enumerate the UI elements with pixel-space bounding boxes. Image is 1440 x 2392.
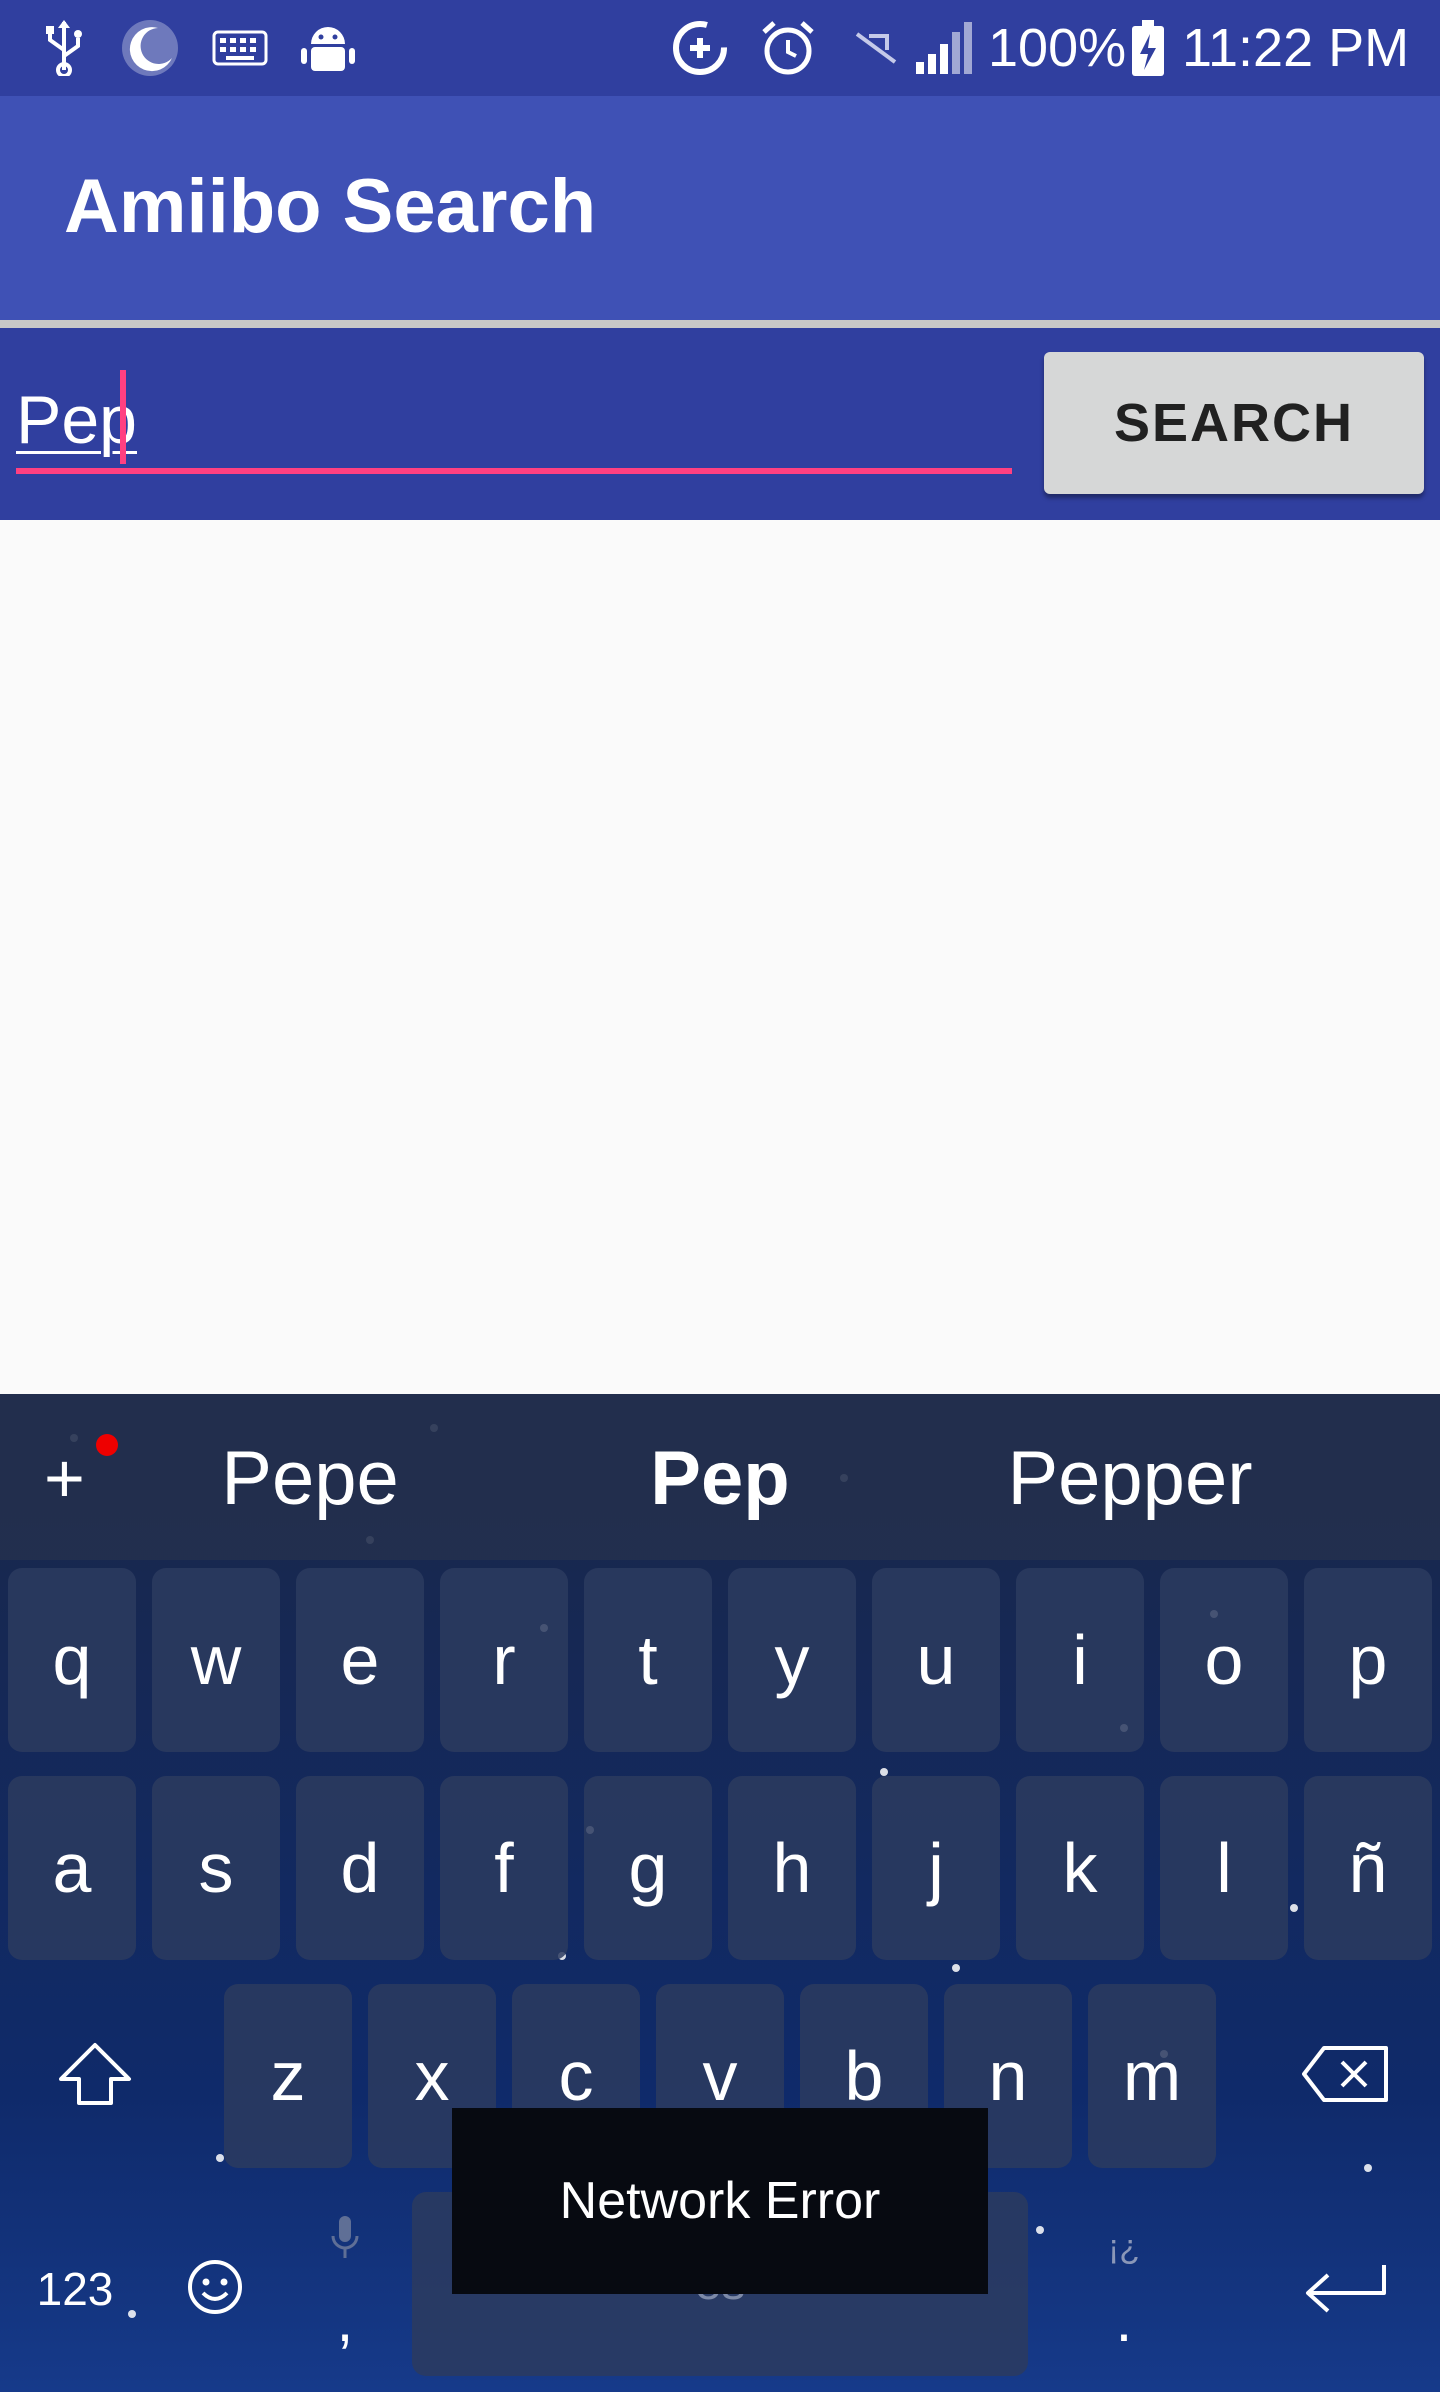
suggestion-3[interactable]: Pepper (980, 1434, 1280, 1524)
battery-charging-icon (1118, 18, 1178, 78)
emoji-key[interactable] (160, 2214, 270, 2364)
suggestion-2[interactable]: Pep (600, 1434, 840, 1524)
backspace-key[interactable] (1270, 1984, 1420, 2168)
key-w[interactable]: w (152, 1568, 280, 1752)
key-i[interactable]: i (1016, 1568, 1144, 1752)
signal-icon (914, 18, 974, 78)
key-u[interactable]: u (872, 1568, 1000, 1752)
microphone-icon (330, 2212, 360, 2267)
search-input[interactable]: Pep (16, 368, 1012, 474)
period-key[interactable]: ¡¿ . (1064, 2194, 1184, 2374)
status-bar: 100% 11:22 PM (0, 0, 1440, 96)
key-f[interactable]: f (440, 1776, 568, 1960)
app-bar-divider (0, 320, 1440, 328)
shift-key[interactable] (20, 1984, 170, 2168)
shift-icon (55, 2039, 135, 2114)
backspace-icon (1300, 2044, 1390, 2109)
key-e[interactable]: e (296, 1568, 424, 1752)
suggestion-strip: + Pepe Pep Pepper (0, 1394, 1440, 1560)
star-decoration (216, 2154, 224, 2162)
android-debug-icon (298, 18, 358, 78)
results-area (0, 520, 1440, 1394)
add-word-icon[interactable]: + (44, 1438, 85, 1518)
battery-percent: 100% (988, 18, 1127, 78)
comma-key[interactable]: , (290, 2194, 400, 2374)
key-a[interactable]: a (8, 1776, 136, 1960)
star-decoration (952, 1964, 960, 1972)
key-p[interactable]: p (1304, 1568, 1432, 1752)
key-l[interactable]: l (1160, 1776, 1288, 1960)
enter-icon (1300, 2257, 1390, 2322)
notification-dot (96, 1434, 118, 1456)
search-input-value: Pep (16, 382, 137, 458)
night-mode-icon (120, 18, 180, 78)
key-z[interactable]: z (224, 1984, 352, 2168)
emoji-icon (185, 2257, 245, 2322)
key-j[interactable]: j (872, 1776, 1000, 1960)
key-r[interactable]: r (440, 1568, 568, 1752)
comma-label: , (336, 2287, 354, 2354)
no-sim-icon (846, 18, 906, 78)
clock: 11:22 PM (1182, 18, 1410, 78)
toast-message: Network Error (452, 2108, 988, 2294)
key-s[interactable]: s (152, 1776, 280, 1960)
key-m[interactable]: m (1088, 1984, 1216, 2168)
enter-key[interactable] (1270, 2214, 1420, 2364)
star-decoration (1036, 2226, 1044, 2234)
key-k[interactable]: k (1016, 1776, 1144, 1960)
keyboard-icon (210, 18, 270, 78)
app-title: Amiibo Search (64, 164, 597, 249)
search-button[interactable]: SEARCH (1044, 352, 1424, 494)
key-y[interactable]: y (728, 1568, 856, 1752)
key-q[interactable]: q (8, 1568, 136, 1752)
app-bar: Amiibo Search (0, 96, 1440, 320)
key-g[interactable]: g (584, 1776, 712, 1960)
star-decoration (1290, 1904, 1298, 1912)
text-cursor (120, 370, 126, 464)
numbers-key[interactable]: 123 (10, 2214, 140, 2364)
data-saver-icon (670, 18, 730, 78)
alarm-icon (758, 18, 818, 78)
key-h[interactable]: h (728, 1776, 856, 1960)
key-t[interactable]: t (584, 1568, 712, 1752)
punctuation-hint: ¡¿ (1107, 2228, 1141, 2266)
key-d[interactable]: d (296, 1776, 424, 1960)
period-label: . (1115, 2287, 1133, 2354)
key-n-tilde[interactable]: ñ (1304, 1776, 1432, 1960)
key-o[interactable]: o (1160, 1568, 1288, 1752)
search-bar: Pep SEARCH (0, 328, 1440, 520)
star-decoration (880, 1768, 888, 1776)
suggestion-1[interactable]: Pepe (200, 1434, 420, 1524)
usb-icon (34, 18, 94, 78)
